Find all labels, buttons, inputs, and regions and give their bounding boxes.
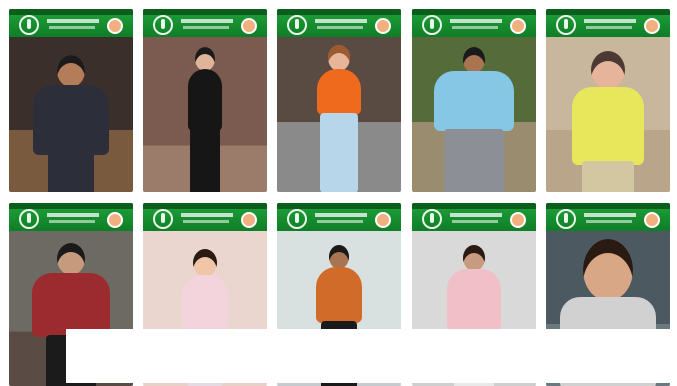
campaign-logo-icon	[422, 209, 442, 229]
banner-subtitle-lines	[586, 26, 632, 29]
banner-title-lines	[584, 213, 636, 217]
person-figure	[31, 55, 111, 192]
thumbnail-banner	[143, 203, 267, 231]
profile-badge-icon	[644, 18, 660, 34]
profile-badge-icon	[644, 212, 660, 228]
campaign-logo-icon	[153, 209, 173, 229]
campaign-logo-icon	[422, 15, 442, 35]
profile-badge-icon	[241, 212, 257, 228]
video-thumbnail[interactable]	[412, 9, 536, 192]
thumbnail-banner	[277, 203, 401, 231]
video-thumbnail-grid	[0, 0, 677, 386]
person-figure	[311, 45, 367, 192]
banner-title-lines	[47, 19, 99, 23]
banner-title-lines	[315, 19, 367, 23]
thumbnail-banner	[9, 203, 133, 231]
campaign-logo-icon	[19, 15, 39, 35]
banner-title-lines	[584, 19, 636, 23]
profile-badge-icon	[375, 212, 391, 228]
video-thumbnail[interactable]	[9, 9, 133, 192]
banner-title-lines	[47, 213, 99, 217]
banner-subtitle-lines	[317, 26, 363, 29]
thumbnail-banner	[277, 9, 401, 37]
thumbnail-scene	[546, 37, 670, 192]
banner-title-lines	[450, 213, 502, 217]
thumbnail-banner	[412, 9, 536, 37]
banner-title-lines	[315, 213, 367, 217]
banner-title-lines	[450, 19, 502, 23]
thumbnail-banner	[143, 9, 267, 37]
campaign-logo-icon	[19, 209, 39, 229]
person-figure	[182, 47, 228, 192]
campaign-logo-icon	[153, 15, 173, 35]
video-thumbnail[interactable]	[546, 9, 670, 192]
thumbnail-scene	[9, 37, 133, 192]
banner-subtitle-lines	[183, 26, 229, 29]
video-thumbnail[interactable]	[277, 9, 401, 192]
campaign-logo-icon	[287, 15, 307, 35]
person-figure	[432, 47, 516, 192]
banner-subtitle-lines	[49, 26, 95, 29]
profile-badge-icon	[375, 18, 391, 34]
banner-subtitle-lines	[317, 220, 363, 223]
profile-badge-icon	[510, 18, 526, 34]
profile-badge-icon	[510, 212, 526, 228]
banner-subtitle-lines	[49, 220, 95, 223]
banner-title-lines	[181, 19, 233, 23]
thumbnail-banner	[546, 9, 670, 37]
thumbnail-scene	[143, 37, 267, 192]
thumbnail-banner	[9, 9, 133, 37]
campaign-logo-icon	[287, 209, 307, 229]
thumbnail-scene	[412, 37, 536, 192]
profile-badge-icon	[107, 212, 123, 228]
banner-subtitle-lines	[452, 220, 498, 223]
campaign-logo-icon	[556, 209, 576, 229]
thumbnail-banner	[412, 203, 536, 231]
banner-subtitle-lines	[452, 26, 498, 29]
thumbnail-scene	[277, 37, 401, 192]
profile-badge-icon	[241, 18, 257, 34]
banner-title-lines	[181, 213, 233, 217]
white-overlay-panel	[66, 329, 677, 383]
video-thumbnail[interactable]	[143, 9, 267, 192]
thumbnail-banner	[546, 203, 670, 231]
person-figure	[566, 51, 650, 192]
banner-subtitle-lines	[586, 220, 632, 223]
profile-badge-icon	[107, 18, 123, 34]
banner-subtitle-lines	[183, 220, 229, 223]
campaign-logo-icon	[556, 15, 576, 35]
